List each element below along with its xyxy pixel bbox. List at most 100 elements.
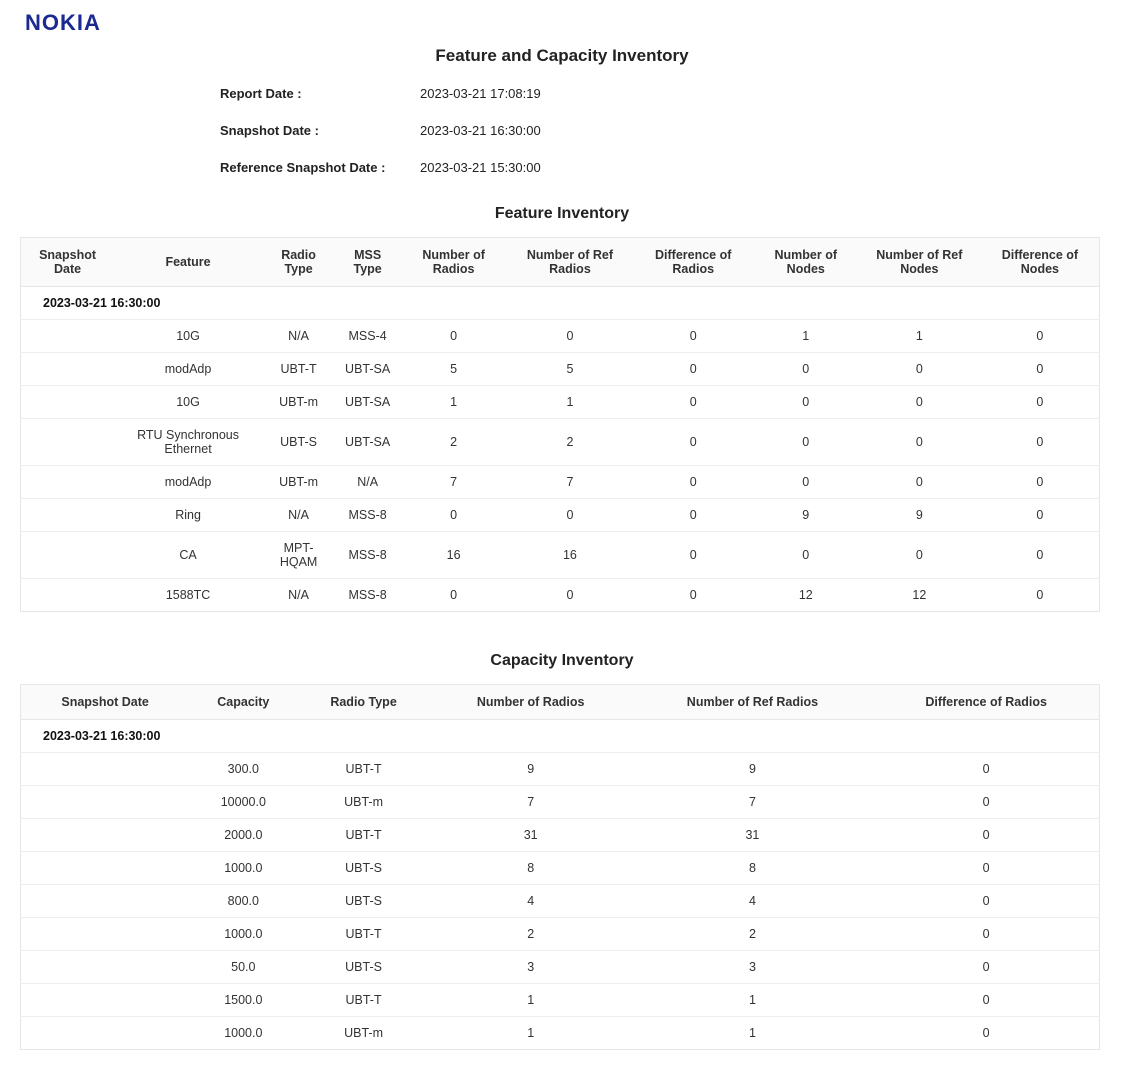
table-cell: 2 bbox=[430, 918, 632, 951]
table-cell: 3 bbox=[430, 951, 632, 984]
table-cell: 10G bbox=[114, 386, 262, 419]
feature-header: Radio Type bbox=[262, 238, 335, 287]
table-cell: 1000.0 bbox=[189, 852, 297, 885]
feature-section-title: Feature Inventory bbox=[0, 205, 1124, 223]
feature-header: Number of Nodes bbox=[754, 238, 858, 287]
table-cell: 0 bbox=[873, 918, 1099, 951]
table-cell: UBT-S bbox=[297, 885, 429, 918]
table-cell: MSS-8 bbox=[335, 499, 400, 532]
table-cell: MPT-HQAM bbox=[262, 532, 335, 579]
table-cell bbox=[21, 466, 115, 499]
capacity-header: Number of Radios bbox=[430, 685, 632, 720]
table-cell: 0 bbox=[981, 386, 1100, 419]
feature-header: Difference of Nodes bbox=[981, 238, 1100, 287]
table-cell: MSS-8 bbox=[335, 532, 400, 579]
capacity-group-date: 2023-03-21 16:30:00 bbox=[21, 720, 1100, 753]
page-title: Feature and Capacity Inventory bbox=[0, 46, 1124, 66]
table-cell: 0 bbox=[633, 466, 754, 499]
feature-group-date: 2023-03-21 16:30:00 bbox=[21, 287, 1100, 320]
table-cell: 0 bbox=[754, 532, 858, 579]
table-cell: UBT-T bbox=[297, 753, 429, 786]
table-cell: 1000.0 bbox=[189, 918, 297, 951]
report-date-value: 2023-03-21 17:08:19 bbox=[420, 86, 541, 101]
table-cell: 0 bbox=[633, 353, 754, 386]
table-cell: 1 bbox=[430, 1017, 632, 1050]
table-cell: 0 bbox=[873, 984, 1099, 1017]
table-cell: 12 bbox=[754, 579, 858, 612]
table-cell: 31 bbox=[632, 819, 874, 852]
table-cell: 2 bbox=[632, 918, 874, 951]
report-date-label: Report Date : bbox=[220, 86, 420, 101]
table-cell: N/A bbox=[262, 579, 335, 612]
table-row: 50.0UBT-S330 bbox=[21, 951, 1100, 984]
table-cell: CA bbox=[114, 532, 262, 579]
table-row: 1000.0UBT-S880 bbox=[21, 852, 1100, 885]
table-cell: 7 bbox=[400, 466, 507, 499]
table-row: RTU Synchronous EthernetUBT-SUBT-SA22000… bbox=[21, 419, 1100, 466]
table-cell bbox=[21, 885, 190, 918]
table-cell bbox=[21, 320, 115, 353]
table-row: modAdpUBT-TUBT-SA550000 bbox=[21, 353, 1100, 386]
table-cell bbox=[21, 386, 115, 419]
table-cell: 16 bbox=[507, 532, 633, 579]
table-cell: 1 bbox=[430, 984, 632, 1017]
table-cell: 1 bbox=[754, 320, 858, 353]
table-cell: UBT-T bbox=[297, 918, 429, 951]
table-cell: 0 bbox=[507, 579, 633, 612]
table-row: 10GUBT-mUBT-SA110000 bbox=[21, 386, 1100, 419]
table-cell: 0 bbox=[400, 320, 507, 353]
table-cell: 0 bbox=[633, 419, 754, 466]
table-cell: UBT-S bbox=[262, 419, 335, 466]
table-cell: 0 bbox=[400, 579, 507, 612]
table-cell: 8 bbox=[430, 852, 632, 885]
table-cell: 0 bbox=[858, 353, 981, 386]
table-cell bbox=[21, 852, 190, 885]
feature-header: Feature bbox=[114, 238, 262, 287]
table-row: 1588TCN/AMSS-800012120 bbox=[21, 579, 1100, 612]
table-row: 2000.0UBT-T31310 bbox=[21, 819, 1100, 852]
table-cell: Ring bbox=[114, 499, 262, 532]
table-row: 1500.0UBT-T110 bbox=[21, 984, 1100, 1017]
table-cell: 0 bbox=[873, 1017, 1099, 1050]
table-cell: RTU Synchronous Ethernet bbox=[114, 419, 262, 466]
feature-table: Snapshot DateFeatureRadio TypeMSS TypeNu… bbox=[20, 237, 1100, 612]
table-cell bbox=[21, 786, 190, 819]
capacity-header: Difference of Radios bbox=[873, 685, 1099, 720]
table-cell bbox=[21, 819, 190, 852]
table-cell: UBT-SA bbox=[335, 419, 400, 466]
table-cell: 0 bbox=[873, 786, 1099, 819]
table-cell: 31 bbox=[430, 819, 632, 852]
feature-header: Number of Ref Radios bbox=[507, 238, 633, 287]
table-cell: 0 bbox=[633, 532, 754, 579]
table-cell: MSS-8 bbox=[335, 579, 400, 612]
table-cell: 0 bbox=[981, 532, 1100, 579]
table-cell bbox=[21, 499, 115, 532]
table-cell: 2 bbox=[400, 419, 507, 466]
table-row: CAMPT-HQAMMSS-816160000 bbox=[21, 532, 1100, 579]
table-cell: UBT-T bbox=[297, 819, 429, 852]
table-cell: 9 bbox=[632, 753, 874, 786]
feature-header: MSS Type bbox=[335, 238, 400, 287]
table-cell: 2000.0 bbox=[189, 819, 297, 852]
table-cell: 0 bbox=[873, 852, 1099, 885]
table-cell: 1588TC bbox=[114, 579, 262, 612]
table-cell: UBT-SA bbox=[335, 353, 400, 386]
table-cell: UBT-S bbox=[297, 951, 429, 984]
table-cell: 0 bbox=[858, 386, 981, 419]
snapshot-date-value: 2023-03-21 16:30:00 bbox=[420, 123, 541, 138]
table-cell bbox=[21, 353, 115, 386]
table-cell: 0 bbox=[858, 419, 981, 466]
table-cell: 10G bbox=[114, 320, 262, 353]
capacity-group-row: 2023-03-21 16:30:00 bbox=[21, 720, 1100, 753]
table-cell: UBT-m bbox=[297, 786, 429, 819]
ref-snapshot-date-value: 2023-03-21 15:30:00 bbox=[420, 160, 541, 175]
table-cell: 1 bbox=[507, 386, 633, 419]
table-cell: 50.0 bbox=[189, 951, 297, 984]
feature-group-row: 2023-03-21 16:30:00 bbox=[21, 287, 1100, 320]
table-cell: 1 bbox=[858, 320, 981, 353]
table-cell: 0 bbox=[981, 353, 1100, 386]
table-cell: N/A bbox=[262, 499, 335, 532]
snapshot-date-label: Snapshot Date : bbox=[220, 123, 420, 138]
table-cell bbox=[21, 532, 115, 579]
table-row: 300.0UBT-T990 bbox=[21, 753, 1100, 786]
